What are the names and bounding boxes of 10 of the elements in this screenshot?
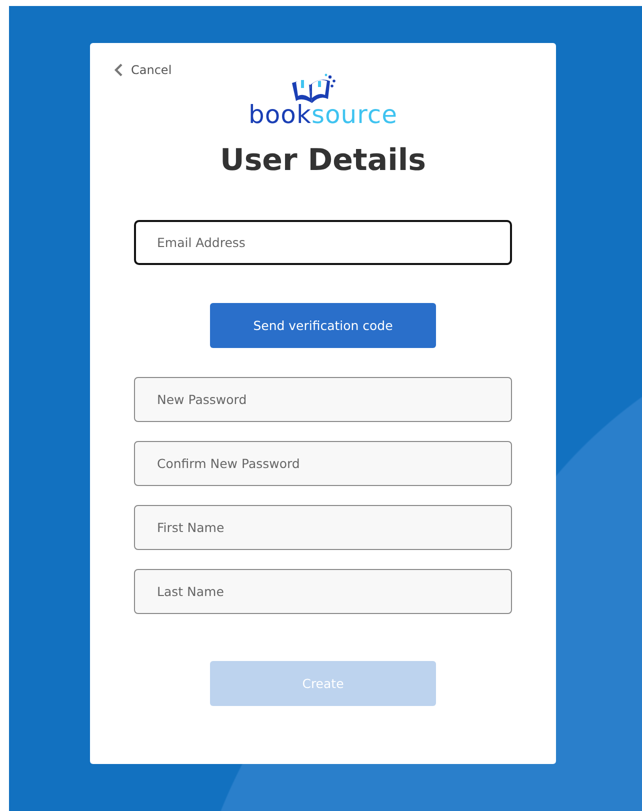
cancel-link[interactable]: Cancel (114, 63, 172, 77)
input-field[interactable]: New Password (134, 377, 512, 422)
back-chevron-icon (114, 63, 123, 77)
input-field[interactable]: Last Name (134, 569, 512, 614)
send-code-button[interactable]: Send verification code (210, 303, 436, 348)
page-title: User Details (220, 142, 426, 180)
input-field[interactable]: Confirm New Password (134, 441, 512, 486)
input-field[interactable]: First Name (134, 505, 512, 550)
email-field[interactable]: Email Address (134, 220, 512, 265)
logo-wordmark: booksource (248, 103, 398, 127)
